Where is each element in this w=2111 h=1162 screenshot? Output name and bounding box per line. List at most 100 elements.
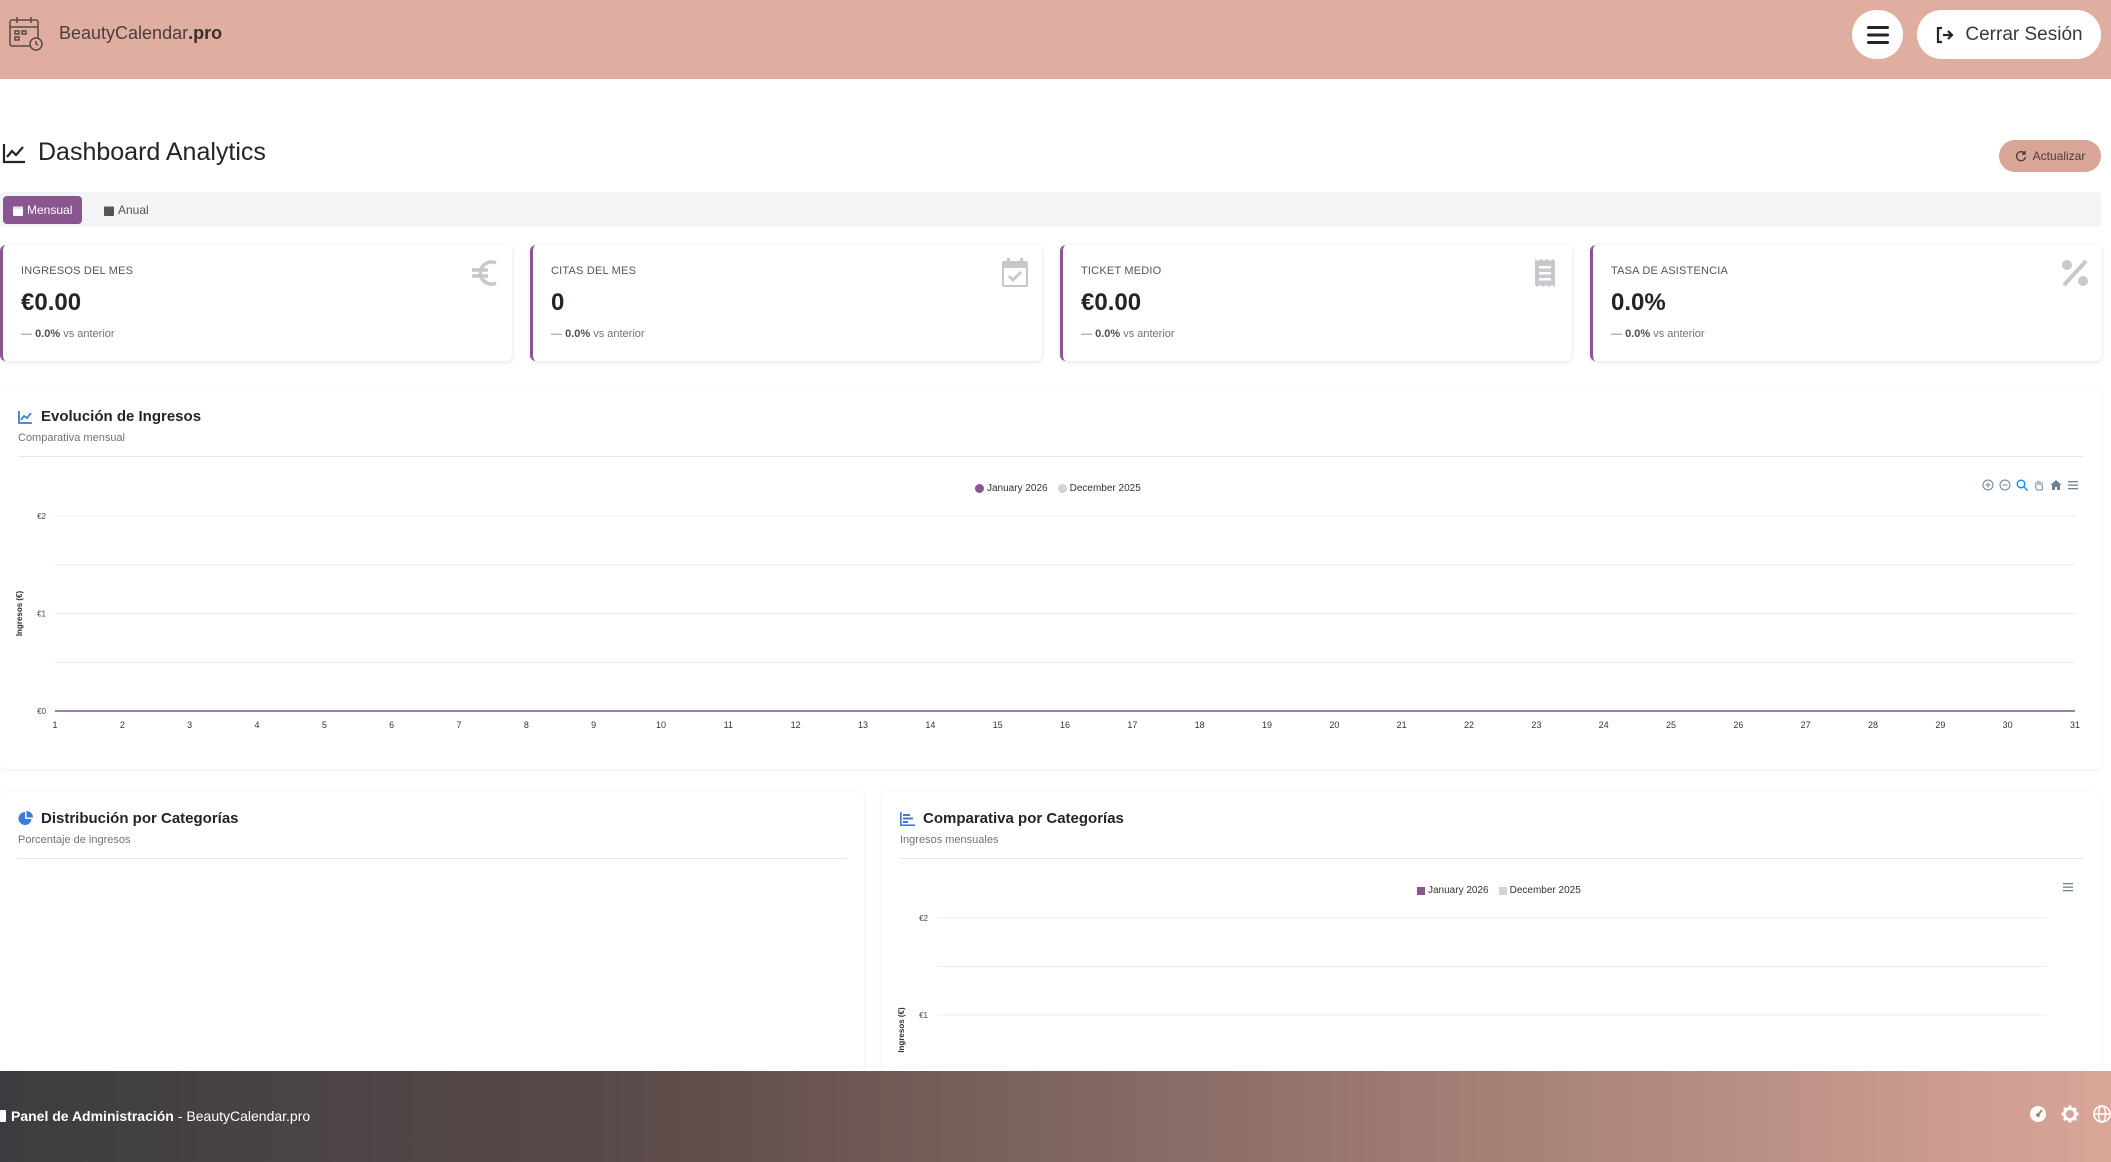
- brand-name[interactable]: BeautyCalendar.pro: [59, 23, 222, 44]
- kpi-label: TICKET MEDIO: [1081, 265, 1162, 277]
- euro-icon: [472, 260, 497, 286]
- logout-label: Cerrar Sesión: [1965, 23, 2083, 45]
- x-tick-label: 31: [2070, 720, 2080, 730]
- x-tick-label: 18: [1195, 720, 1205, 730]
- x-tick-label: 17: [1127, 720, 1137, 730]
- kpi-value: 0.0%: [1611, 289, 1666, 316]
- x-tick-label: 30: [2003, 720, 2013, 730]
- brand-text: BeautyCalendar: [59, 23, 189, 43]
- x-tick-label: 24: [1599, 720, 1609, 730]
- hamburger-icon: [1866, 25, 1889, 44]
- x-tick-label: 26: [1733, 720, 1743, 730]
- x-tick-label: 14: [925, 720, 935, 730]
- dashboard-gauge-icon[interactable]: [2029, 1105, 2047, 1123]
- tab-mensual[interactable]: Mensual: [3, 196, 83, 224]
- gear-icon[interactable]: [2061, 1105, 2079, 1123]
- logout-button[interactable]: Cerrar Sesión: [1917, 10, 2101, 59]
- kpi-change-suffix: vs anterior: [593, 328, 645, 340]
- kpi-label: CITAS DEL MES: [551, 265, 637, 277]
- page-title-text: Dashboard Analytics: [38, 138, 266, 166]
- kpi-value: €0.00: [21, 289, 82, 316]
- panel-title-text: Distribución por Categorías: [41, 810, 239, 827]
- clipboard-icon: [0, 1110, 6, 1122]
- x-tick-label: 1: [52, 720, 57, 730]
- kpi-change-suffix: vs anterior: [63, 328, 115, 340]
- percent-icon: [2062, 259, 2088, 287]
- x-tick-label: 25: [1666, 720, 1676, 730]
- y-tick-label: €0: [37, 707, 46, 716]
- x-tick-label: 27: [1801, 720, 1811, 730]
- kpi-value: €0.00: [1081, 289, 1142, 316]
- x-tick-label: 22: [1464, 720, 1474, 730]
- x-tick-label: 12: [791, 720, 801, 730]
- y-tick-label: €2: [37, 512, 46, 521]
- footer: Panel de Administración - BeautyCalendar…: [0, 1071, 2111, 1162]
- kpi-change: — 0.0% vs anterior: [551, 328, 645, 340]
- footer-suffix: - BeautyCalendar.pro: [177, 1108, 311, 1124]
- kpi-value: 0: [551, 289, 565, 316]
- x-tick-label: 29: [1935, 720, 1945, 730]
- kpi-change-value: 0.0%: [1095, 328, 1121, 340]
- kpi-card-citas: CITAS DEL MES 0 — 0.0% vs anterior: [530, 245, 1042, 361]
- pie-chart-icon: [18, 811, 33, 825]
- refresh-label: Actualizar: [2032, 149, 2086, 163]
- calendar-check-icon: [1002, 258, 1028, 287]
- x-tick-label: 16: [1060, 720, 1070, 730]
- x-tick-label: 28: [1868, 720, 1878, 730]
- kpi-card-ingresos: INGRESOS DEL MES €0.00 — 0.0% vs anterio…: [0, 245, 512, 361]
- x-tick-label: 19: [1262, 720, 1272, 730]
- kpi-label: INGRESOS DEL MES: [21, 265, 134, 277]
- x-tick-label: 3: [187, 720, 192, 730]
- sign-out-icon: [1937, 26, 1954, 43]
- comparison-panel: Comparativa por Categorías Ingresos mens…: [882, 792, 2101, 1072]
- tab-anual[interactable]: Anual: [94, 196, 159, 224]
- divider: [18, 858, 846, 859]
- calendar-icon: [104, 206, 114, 216]
- revenue-evolution-panel: Evolución de Ingresos Comparativa mensua…: [0, 390, 2101, 769]
- footer-text: Panel de Administración - BeautyCalendar…: [0, 1108, 310, 1124]
- tab-anual-label: Anual: [118, 203, 149, 217]
- x-tick-label: 7: [456, 720, 461, 730]
- receipt-icon: [1535, 259, 1555, 287]
- x-tick-label: 23: [1531, 720, 1541, 730]
- footer-icons: [2029, 1105, 2111, 1123]
- distribution-panel: Distribución por Categorías Porcentaje d…: [0, 792, 864, 1072]
- x-tick-label: 11: [724, 720, 733, 730]
- x-tick-label: 6: [389, 720, 394, 730]
- globe-icon[interactable]: [2093, 1105, 2111, 1123]
- x-tick-label: 13: [858, 720, 868, 730]
- kpi-card-asistencia: TASA DE ASISTENCIA 0.0% — 0.0% vs anteri…: [1590, 245, 2102, 361]
- kpi-change: — 0.0% vs anterior: [21, 328, 115, 340]
- panel-title: Distribución por Categorías: [18, 810, 239, 827]
- kpi-change-value: 0.0%: [565, 328, 591, 340]
- kpi-change-value: 0.0%: [35, 328, 61, 340]
- kpi-change-suffix: vs anterior: [1123, 328, 1175, 340]
- x-tick-label: 21: [1397, 720, 1407, 730]
- kpi-change-suffix: vs anterior: [1653, 328, 1705, 340]
- kpi-change: — 0.0% vs anterior: [1611, 328, 1705, 340]
- x-tick-label: 15: [993, 720, 1003, 730]
- hamburger-menu-button[interactable]: [1852, 10, 1903, 59]
- panel-subtitle: Porcentaje de ingresos: [18, 834, 131, 846]
- x-tick-label: 5: [322, 720, 327, 730]
- x-tick-label: 20: [1329, 720, 1339, 730]
- x-tick-label: 2: [120, 720, 125, 730]
- y-tick-label: €1: [37, 610, 46, 619]
- top-navbar: BeautyCalendar.pro Cerrar Sesión: [0, 0, 2111, 79]
- kpi-card-ticket: TICKET MEDIO €0.00 — 0.0% vs anterior: [1060, 245, 1572, 361]
- x-tick-label: 8: [524, 720, 529, 730]
- footer-title: Panel de Administración: [11, 1108, 174, 1124]
- chart-line-icon: [2, 143, 25, 163]
- refresh-icon: [2015, 151, 2026, 162]
- revenue-line-chart: €0€1€2Ingresos (€)1 2 3 4 5 6 7 8 9 10 11 12 13 14 15 1…: [15, 512, 2080, 730]
- period-tabs: Mensual Anual: [0, 192, 2101, 227]
- y-axis-label: Ingresos (€): [897, 1007, 906, 1053]
- calendar-logo-icon[interactable]: [8, 14, 44, 52]
- brand-suffix: .pro: [188, 23, 223, 43]
- x-tick-label: 10: [656, 720, 666, 730]
- x-tick-label: 4: [254, 720, 259, 730]
- y-axis-label: Ingresos (€): [15, 590, 24, 636]
- y-tick-label: €2: [919, 914, 928, 923]
- calendar-icon: [13, 206, 23, 216]
- refresh-button[interactable]: Actualizar: [1999, 140, 2101, 172]
